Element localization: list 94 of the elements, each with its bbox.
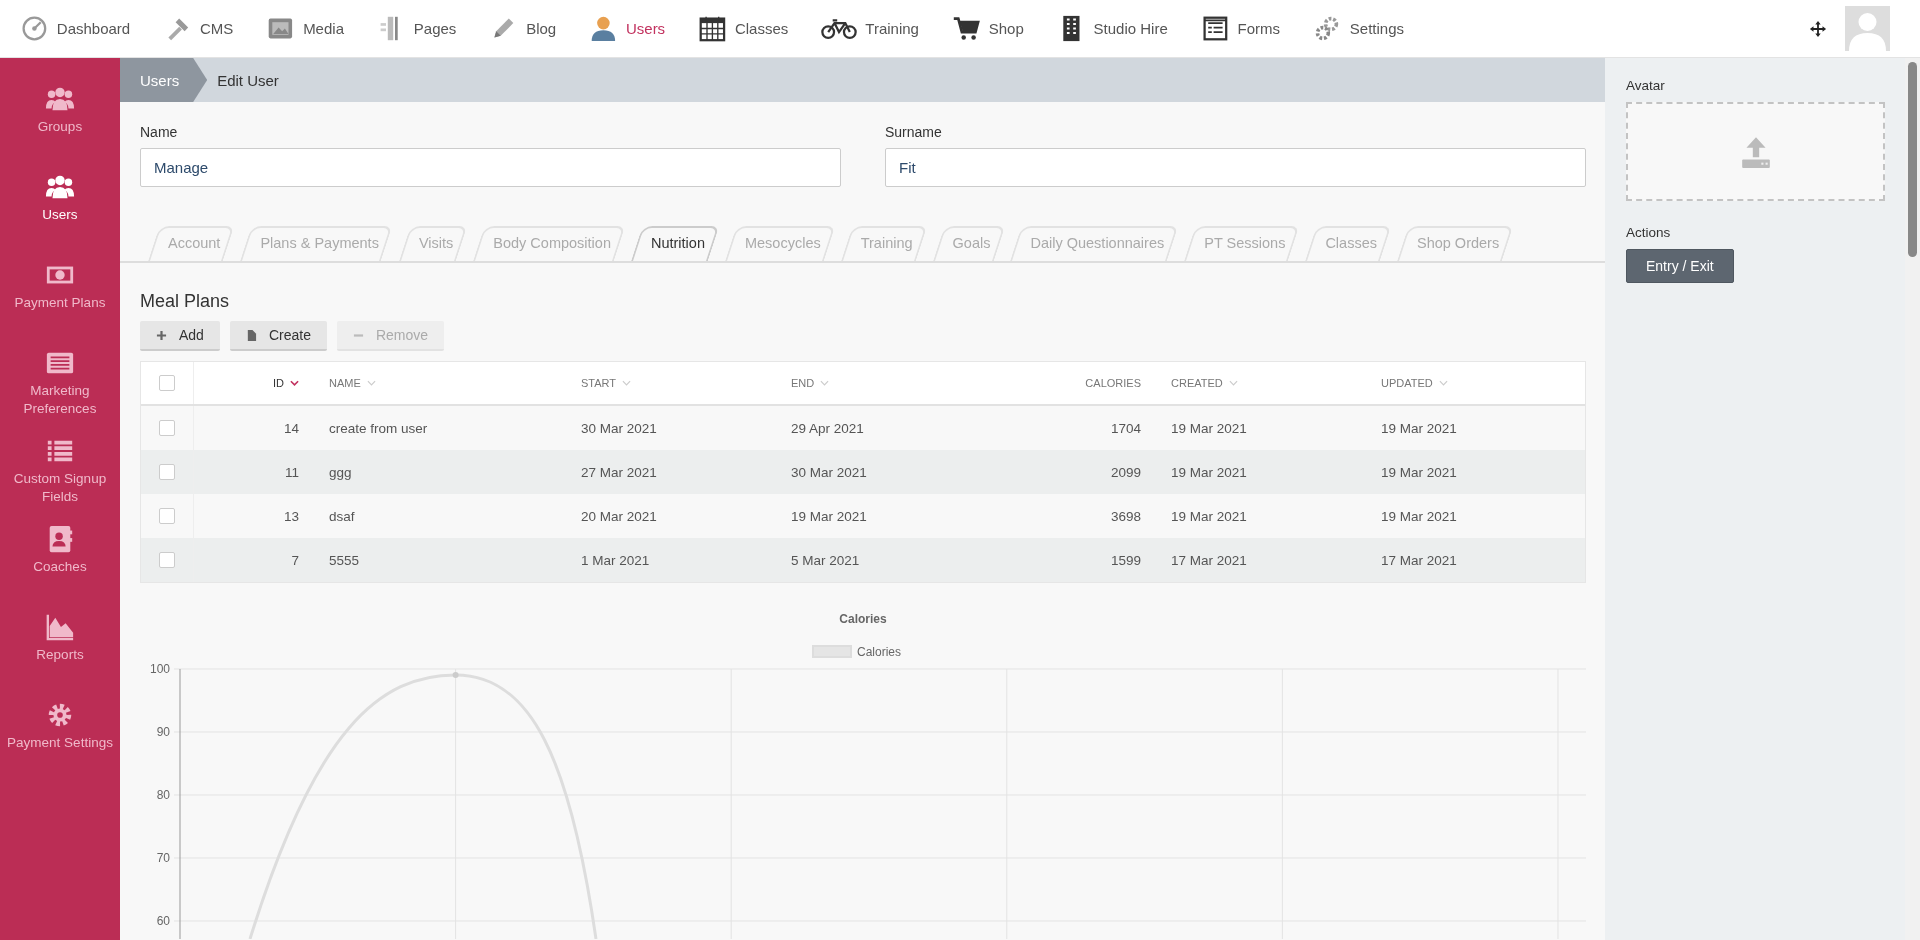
form-icon — [1200, 14, 1230, 43]
nav-item[interactable]: Training — [821, 14, 919, 43]
table-cell: 27 Mar 2021 — [581, 464, 657, 480]
table-cell: 14 — [283, 420, 299, 436]
table-cell: 19 Mar 2021 — [1381, 464, 1457, 480]
column-header[interactable]: CREATED — [1171, 377, 1223, 389]
y-tick-label: 90 — [156, 725, 170, 739]
breadcrumb-link[interactable]: Users — [120, 58, 208, 102]
sidebar-item[interactable]: Groups — [0, 84, 120, 172]
y-tick-label: 100 — [149, 662, 170, 676]
nav-item[interactable]: Studio Hire — [1056, 14, 1168, 43]
text-field[interactable]: Fit — [885, 148, 1586, 187]
move-icon[interactable] — [1809, 19, 1827, 38]
table-cell: 30 Mar 2021 — [581, 420, 657, 436]
table-cell: dsaf — [329, 508, 355, 524]
table-cell: 11 — [285, 464, 299, 480]
nav-item[interactable]: Pages — [377, 14, 457, 43]
table-cell: 13 — [283, 508, 299, 524]
table-cell: 19 Mar 2021 — [1171, 508, 1247, 524]
avatar-dropzone[interactable] — [1626, 102, 1885, 201]
checkbox[interactable] — [159, 552, 175, 568]
table-cell: 17 Mar 2021 — [1171, 552, 1247, 568]
field-label: Surname — [885, 124, 943, 140]
gauge-icon — [20, 14, 49, 43]
column-header[interactable]: UPDATED — [1381, 377, 1433, 389]
y-tick-label: 70 — [156, 851, 170, 865]
nav-item[interactable]: Users — [589, 14, 666, 43]
table-cell: 19 Mar 2021 — [1171, 420, 1247, 436]
area-chart-icon — [45, 612, 75, 642]
table-cell: 19 Mar 2021 — [1381, 508, 1457, 524]
person-icon — [589, 14, 618, 43]
column-header[interactable]: NAME — [329, 377, 361, 389]
legend-swatch — [812, 645, 852, 658]
table-cell: 19 Mar 2021 — [1171, 464, 1247, 480]
plus-icon — [156, 329, 167, 341]
table-cell: 1 Mar 2021 — [581, 552, 650, 568]
nav-item[interactable]: Blog — [489, 14, 557, 43]
checkbox[interactable] — [159, 464, 175, 480]
table-cell: 5555 — [329, 552, 360, 568]
table-cell: create from user — [329, 420, 428, 436]
sidebar-item[interactable]: Coaches — [0, 524, 120, 612]
sidebar-item[interactable]: Payment Settings — [0, 700, 120, 788]
field-label: Name — [140, 124, 179, 140]
text-field[interactable]: Manage — [140, 148, 841, 187]
entry-exit-button[interactable]: Entry / Exit — [1626, 249, 1734, 283]
sidebar-item[interactable]: Payment Plans — [0, 260, 120, 348]
field-label: Avatar — [1626, 78, 1666, 93]
table-cell: 19 Mar 2021 — [791, 508, 867, 524]
calendar-icon — [698, 14, 727, 43]
table-cell: 7 — [291, 552, 299, 568]
cart-icon — [951, 14, 981, 43]
nav-item[interactable]: Forms — [1200, 14, 1281, 43]
column-header[interactable]: START — [581, 377, 617, 389]
sidebar-item[interactable]: Marketing Preferences — [0, 348, 120, 436]
checkbox[interactable] — [159, 508, 175, 524]
toolbar-button[interactable]: Create — [229, 321, 327, 351]
column-header[interactable]: END — [791, 377, 815, 389]
tab[interactable]: Nutrition — [628, 225, 723, 261]
column-header[interactable]: CALORIES — [1085, 377, 1141, 389]
checkbox[interactable] — [159, 375, 175, 391]
data-point — [452, 672, 459, 678]
breadcrumb-current: Edit User — [216, 70, 279, 91]
field-label: Actions — [1626, 225, 1672, 240]
table-cell: 30 Mar 2021 — [791, 464, 867, 480]
legend-label[interactable]: Calories — [857, 645, 901, 659]
nav-item[interactable]: Dashboard — [20, 14, 131, 43]
nav-item[interactable]: Shop — [951, 14, 1024, 43]
table-cell: 1599 — [1110, 552, 1141, 568]
nav-item[interactable]: Settings — [1313, 14, 1405, 43]
nav-item[interactable]: Media — [266, 14, 344, 43]
table-cell: 3698 — [1110, 508, 1141, 524]
scrollbar[interactable] — [1905, 58, 1920, 940]
table-cell: 5 Mar 2021 — [791, 552, 860, 568]
file-icon — [245, 329, 257, 341]
y-tick-label: 80 — [156, 788, 170, 802]
sidebar-item[interactable]: Users — [0, 172, 120, 260]
y-tick-label: 60 — [156, 914, 170, 928]
avatar-icon[interactable] — [1845, 6, 1890, 51]
table-cell: 17 Mar 2021 — [1381, 552, 1457, 568]
table-cell: 29 Apr 2021 — [791, 420, 864, 436]
table-cell: 2099 — [1110, 464, 1141, 480]
table-cell: 20 Mar 2021 — [581, 508, 657, 524]
checkbox[interactable] — [159, 420, 175, 436]
table-cell: 19 Mar 2021 — [1381, 420, 1457, 436]
table-cell: 1704 — [1110, 420, 1141, 436]
sidebar-item[interactable]: Custom Signup Fields — [0, 436, 120, 524]
chart-title: Calories — [839, 612, 887, 626]
table-cell: ggg — [329, 464, 352, 480]
toolbar-button[interactable]: Add — [140, 321, 220, 351]
section-title: Meal Plans — [140, 291, 231, 312]
nav-item[interactable]: Classes — [698, 14, 789, 43]
nav-item[interactable]: CMS — [163, 14, 234, 43]
sidebar-item[interactable]: Reports — [0, 612, 120, 700]
column-header[interactable]: ID — [273, 377, 284, 389]
